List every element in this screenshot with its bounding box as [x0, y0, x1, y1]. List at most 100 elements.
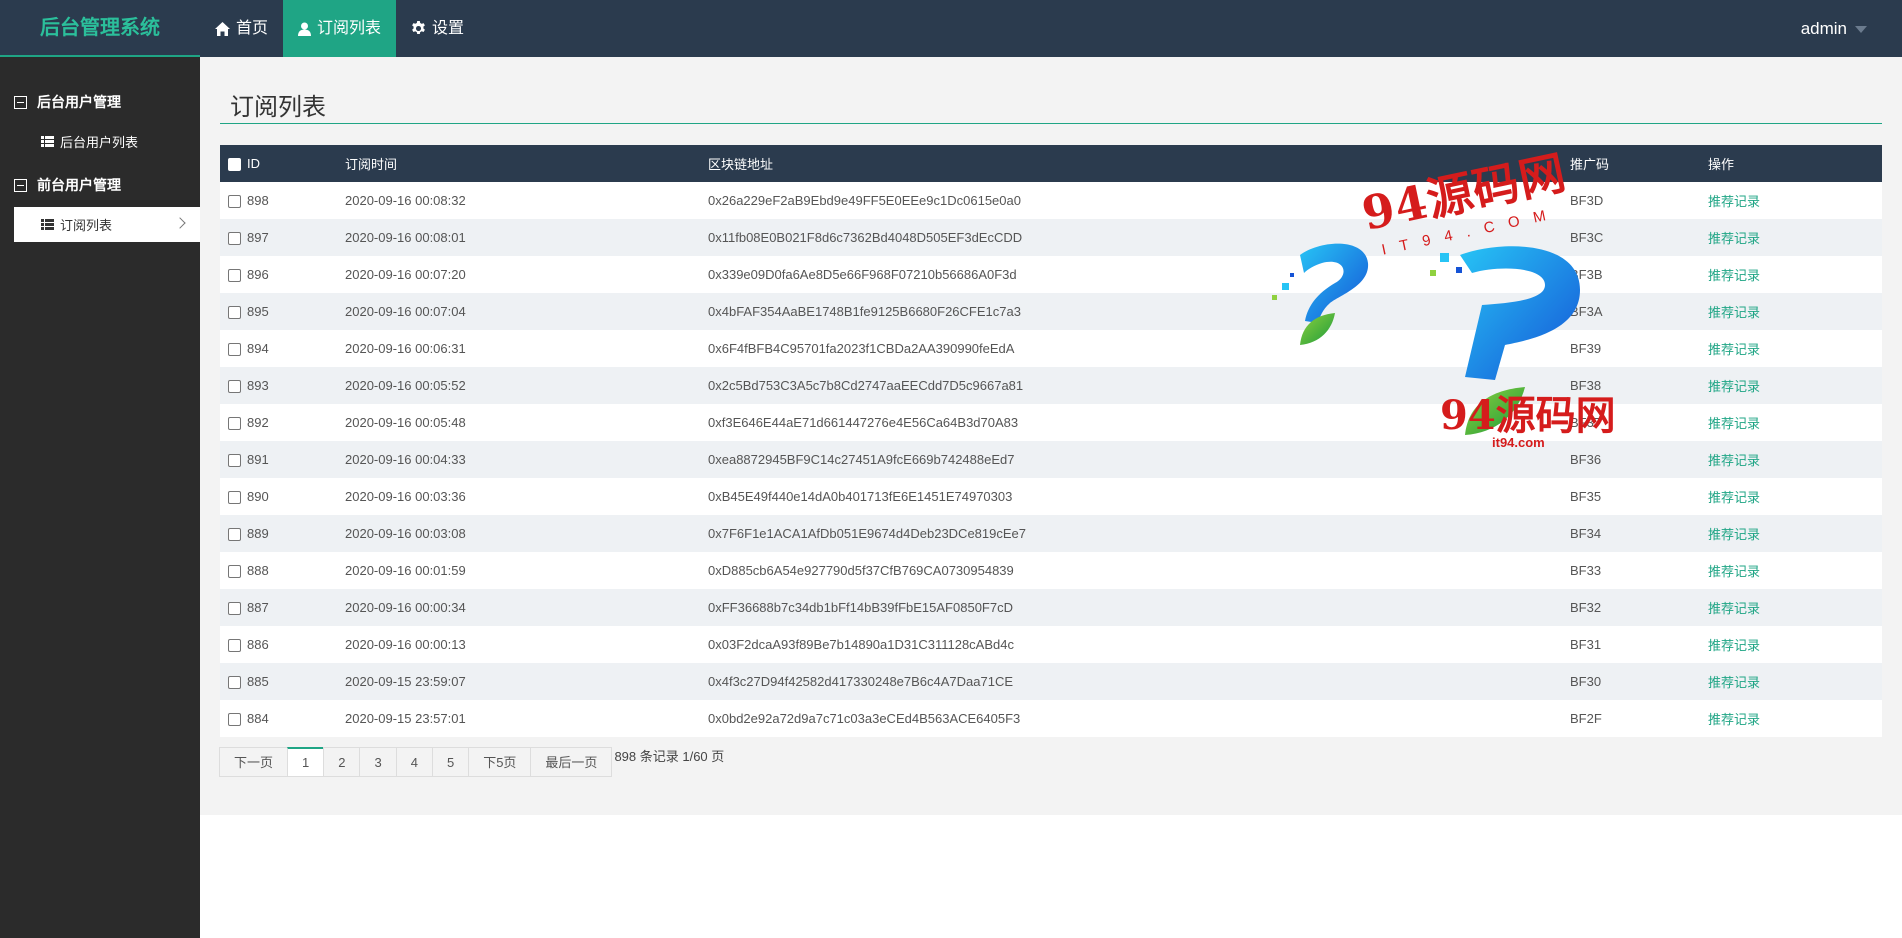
row-checkbox-cell — [220, 441, 247, 478]
table-row: 892 2020-09-16 00:05:48 0xf3E646E44aE71d66… — [220, 404, 1882, 441]
select-all-checkbox[interactable] — [228, 158, 241, 172]
table-row: 887 2020-09-16 00:00:34 0xFF36688b7c34db1b… — [220, 589, 1882, 626]
referral-record-link[interactable]: 推荐记录 — [1708, 601, 1760, 616]
chevron-down-icon — [1855, 26, 1867, 33]
referral-record-link[interactable]: 推荐记录 — [1708, 231, 1760, 246]
header-id: ID — [247, 156, 260, 171]
page-button[interactable]: 2 — [323, 747, 361, 777]
header-code: 推广码 — [1570, 157, 1610, 172]
sidebar-item-subscriptions[interactable]: 订阅列表 — [14, 207, 200, 242]
page-prev-button[interactable]: 下一页 — [219, 747, 289, 777]
list-icon — [41, 136, 54, 147]
page-button[interactable]: 4 — [395, 747, 433, 777]
cell-id: 889 — [247, 526, 269, 541]
cell-action: 推荐记录 — [1708, 478, 1882, 515]
subscription-table: ID 订阅时间 区块链地址 推广码 操作 898 2020-09-16 00:08… — [220, 145, 1882, 737]
row-checkbox-cell — [220, 589, 247, 626]
referral-record-link[interactable]: 推荐记录 — [1708, 194, 1760, 209]
cell-code: BF3C — [1570, 230, 1604, 245]
header-time: 订阅时间 — [345, 157, 398, 172]
nav-subscriptions[interactable]: 订阅列表 — [283, 0, 397, 57]
cell-time: 2020-09-16 00:06:31 — [345, 341, 466, 356]
referral-record-link[interactable]: 推荐记录 — [1708, 453, 1760, 468]
cell-code: BF37 — [1570, 415, 1602, 430]
row-checkbox[interactable] — [228, 269, 241, 283]
app-brand[interactable]: 后台管理系统 — [0, 0, 200, 57]
top-navbar: 后台管理系统 首页 订阅列表 设置 admin — [0, 0, 1902, 57]
sidebar-item-admin-user-list[interactable]: 后台用户列表 — [14, 124, 200, 159]
row-checkbox[interactable] — [228, 491, 241, 505]
cell-time: 2020-09-16 00:07:20 — [345, 267, 466, 282]
row-checkbox[interactable] — [228, 195, 241, 209]
referral-record-link[interactable]: 推荐记录 — [1708, 342, 1760, 357]
cell-action: 推荐记录 — [1708, 663, 1882, 700]
row-checkbox[interactable] — [228, 676, 241, 690]
table-row: 885 2020-09-15 23:59:07 0x4f3c27D94f42582d… — [220, 663, 1882, 700]
row-checkbox[interactable] — [228, 343, 241, 357]
table-header-row: ID 订阅时间 区块链地址 推广码 操作 — [220, 145, 1882, 182]
row-checkbox-cell — [220, 182, 247, 219]
cell-code: BF30 — [1570, 674, 1602, 689]
pagination: 下一页 1 2 3 4 5 下5页 最后一页 898 条记录 1/60 页 — [219, 747, 724, 777]
table-row: 896 2020-09-16 00:07:20 0x339e09D0fa6Ae8D5… — [220, 256, 1882, 293]
row-checkbox[interactable] — [228, 306, 241, 320]
cell-code: BF31 — [1570, 637, 1602, 652]
cell-time: 2020-09-16 00:01:59 — [345, 563, 466, 578]
cell-time: 2020-09-16 00:05:48 — [345, 415, 466, 430]
referral-record-link[interactable]: 推荐记录 — [1708, 268, 1760, 283]
referral-record-link[interactable]: 推荐记录 — [1708, 527, 1760, 542]
referral-record-link[interactable]: 推荐记录 — [1708, 638, 1760, 653]
cell-time: 2020-09-15 23:59:07 — [345, 674, 466, 689]
sidebar-item-label: 订阅列表 — [60, 218, 113, 233]
page-button[interactable]: 3 — [359, 747, 397, 777]
cell-time: 2020-09-15 23:57:01 — [345, 711, 466, 726]
row-checkbox[interactable] — [228, 528, 241, 542]
main-content: 订阅列表 ID 订阅时间 区块链地址 推广码 操作 898 2020-09-16 … — [200, 57, 1902, 815]
header-checkbox-cell — [220, 145, 247, 182]
gear-icon — [411, 21, 426, 36]
referral-record-link[interactable]: 推荐记录 — [1708, 490, 1760, 505]
page-button[interactable]: 5 — [431, 747, 470, 777]
cell-code: BF35 — [1570, 489, 1602, 504]
row-checkbox[interactable] — [228, 602, 241, 616]
referral-record-link[interactable]: 推荐记录 — [1708, 675, 1760, 690]
table-row: 895 2020-09-16 00:07:04 0x4bFAF354AaBE1748… — [220, 293, 1882, 330]
cell-action: 推荐记录 — [1708, 182, 1882, 219]
cell-address: 0x339e09D0fa6Ae8D5e66F968F07210b56686A0F… — [708, 267, 1017, 282]
page-button-current[interactable]: 1 — [287, 747, 325, 777]
referral-record-link[interactable]: 推荐记录 — [1708, 712, 1760, 727]
sidebar-group-front-users[interactable]: 前台用户管理 — [14, 174, 121, 196]
cell-address: 0xea8872945BF9C14c27451A9fcE669b742488eE… — [708, 452, 1015, 467]
page-title: 订阅列表 — [230, 94, 326, 121]
row-checkbox[interactable] — [228, 417, 241, 431]
cell-time: 2020-09-16 00:03:36 — [345, 489, 466, 504]
row-checkbox[interactable] — [228, 232, 241, 246]
row-checkbox[interactable] — [228, 454, 241, 468]
collapse-icon — [14, 178, 27, 192]
sidebar-group-admin-users[interactable]: 后台用户管理 — [14, 91, 121, 113]
row-checkbox-cell — [220, 404, 247, 441]
referral-record-link[interactable]: 推荐记录 — [1708, 379, 1760, 394]
user-menu[interactable]: admin — [1801, 0, 1867, 57]
row-checkbox[interactable] — [228, 713, 241, 727]
cell-code: BF38 — [1570, 378, 1602, 393]
sidebar-group-label: 前台用户管理 — [37, 177, 121, 193]
page-next5-button[interactable]: 下5页 — [468, 747, 532, 777]
nav-settings-label: 设置 — [432, 20, 465, 37]
row-checkbox[interactable] — [228, 380, 241, 394]
table-row: 897 2020-09-16 00:08:01 0x11fb08E0B021F8d6… — [220, 219, 1882, 256]
cell-id: 888 — [247, 563, 269, 578]
referral-record-link[interactable]: 推荐记录 — [1708, 564, 1760, 579]
referral-record-link[interactable]: 推荐记录 — [1708, 305, 1760, 320]
page-last-button[interactable]: 最后一页 — [530, 747, 613, 777]
cell-code: BF3B — [1570, 267, 1603, 282]
nav-home[interactable]: 首页 — [200, 0, 283, 57]
username: admin — [1800, 19, 1847, 38]
row-checkbox[interactable] — [228, 565, 241, 579]
table-row: 890 2020-09-16 00:03:36 0xB45E49f440e14dA0… — [220, 478, 1882, 515]
cell-id: 896 — [247, 267, 269, 282]
nav-settings[interactable]: 设置 — [396, 0, 479, 57]
referral-record-link[interactable]: 推荐记录 — [1708, 416, 1760, 431]
cell-time: 2020-09-16 00:00:13 — [345, 637, 466, 652]
row-checkbox[interactable] — [228, 639, 241, 653]
